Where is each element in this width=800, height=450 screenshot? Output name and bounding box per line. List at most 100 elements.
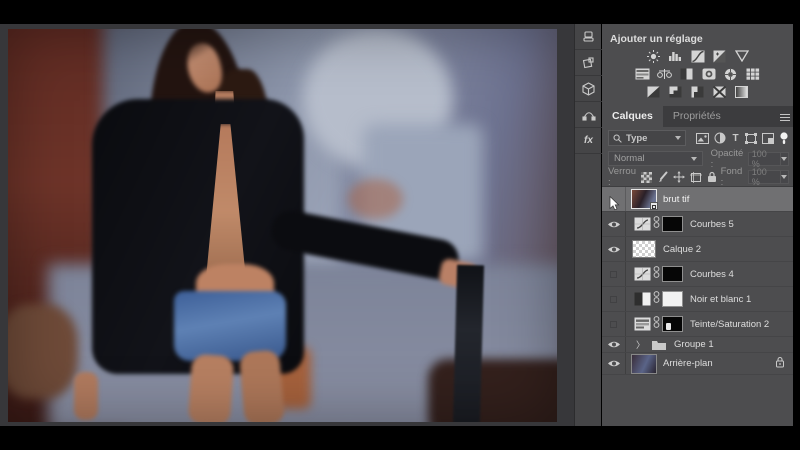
visibility-toggle[interactable] xyxy=(602,262,626,286)
layer-styles-panel-icon[interactable]: fx xyxy=(575,128,602,154)
layer-name[interactable]: Teinte/Saturation 2 xyxy=(690,319,769,330)
gradient-map-icon[interactable] xyxy=(712,86,727,99)
panel-menu-icon[interactable] xyxy=(780,112,790,123)
lock-artboard-icon[interactable] xyxy=(689,171,702,184)
eye-icon xyxy=(607,340,621,349)
layer-row-courbes-5[interactable]: Courbes 5 xyxy=(602,212,793,237)
layer-name[interactable]: Arrière-plan xyxy=(663,358,713,369)
layer-name[interactable]: Noir et blanc 1 xyxy=(690,294,751,305)
smart-object-badge-icon xyxy=(650,202,658,210)
visibility-toggle[interactable] xyxy=(602,212,626,236)
invert-icon[interactable] xyxy=(646,86,661,99)
photo-canvas[interactable] xyxy=(8,29,557,422)
visibility-toggle[interactable] xyxy=(602,312,626,336)
group-expand-caret-icon[interactable]: 〉 xyxy=(636,338,645,351)
black-white-adjustment-icon[interactable] xyxy=(634,292,651,306)
3d-panel-icon[interactable] xyxy=(575,76,602,102)
layer-mask-thumbnail[interactable] xyxy=(662,266,683,282)
mask-link-icon[interactable] xyxy=(653,315,660,334)
curves-adjustment-icon[interactable] xyxy=(634,217,651,231)
fill-dropdown-arrow[interactable] xyxy=(781,170,789,184)
photo-filter-icon[interactable] xyxy=(701,68,716,81)
layer-row-teinte-saturation-2[interactable]: Teinte/Saturation 2 xyxy=(602,312,793,337)
visibility-toggle[interactable] xyxy=(602,237,626,261)
layer-row-arriere-plan[interactable]: Arrière-plan xyxy=(602,353,793,375)
mask-link-icon[interactable] xyxy=(653,215,660,234)
fill-label: Fond : xyxy=(721,166,745,188)
shapes-panel-icon[interactable] xyxy=(575,50,602,76)
layer-row-courbes-4[interactable]: Courbes 4 xyxy=(602,262,793,287)
background-lock-icon[interactable] xyxy=(775,355,785,373)
hue-saturation-adjustment-icon[interactable] xyxy=(634,317,651,331)
folder-icon xyxy=(651,339,667,351)
selective-color-icon[interactable] xyxy=(734,86,749,99)
layer-mask-thumbnail[interactable] xyxy=(662,216,683,232)
black-white-icon[interactable] xyxy=(679,68,694,81)
channel-mixer-icon[interactable] xyxy=(723,68,738,81)
blend-mode-select[interactable]: Normal xyxy=(608,151,703,166)
fill-value[interactable]: 100 % xyxy=(748,170,781,184)
color-balance-icon[interactable] xyxy=(657,68,672,81)
visibility-toggle[interactable] xyxy=(602,337,626,352)
layer-mask-thumbnail[interactable] xyxy=(662,291,683,307)
layer-row-groupe-1[interactable]: 〉 Groupe 1 xyxy=(602,337,793,353)
lock-move-icon[interactable] xyxy=(673,171,686,184)
filter-smart-objects-icon[interactable] xyxy=(762,132,774,145)
layer-name[interactable]: Courbes 5 xyxy=(690,219,734,230)
mask-link-icon[interactable] xyxy=(653,290,660,309)
mask-link-icon[interactable] xyxy=(653,265,660,284)
layer-name[interactable]: Groupe 1 xyxy=(674,339,714,350)
filter-adjustment-layers-icon[interactable] xyxy=(714,132,726,145)
filter-shape-layers-icon[interactable] xyxy=(745,132,757,145)
tab-proprietes[interactable]: Propriétés xyxy=(663,106,731,127)
layer-name[interactable]: Calque 2 xyxy=(663,244,701,255)
filter-toggle-icon[interactable] xyxy=(779,132,789,145)
mask-white-spot xyxy=(666,323,671,330)
panel-tabbar: Calques Propriétés xyxy=(602,106,793,127)
opacity-dropdown-arrow[interactable] xyxy=(781,152,789,166)
curves-adjustment-icon[interactable] xyxy=(634,267,651,281)
lock-all-icon[interactable] xyxy=(706,171,719,184)
filter-pixel-layers-icon[interactable] xyxy=(696,132,709,145)
hidden-eye-well xyxy=(610,321,617,328)
lock-transparency-icon[interactable] xyxy=(640,171,653,184)
layers-panel: Ajouter un réglage xyxy=(602,24,793,426)
levels-icon[interactable] xyxy=(668,50,683,63)
hidden-eye-well xyxy=(610,271,617,278)
filter-type-dropdown[interactable]: Type xyxy=(608,130,686,146)
layer-thumbnail[interactable] xyxy=(632,355,656,373)
layer-row-noir-et-blanc-1[interactable]: Noir et blanc 1 xyxy=(602,287,793,312)
eye-icon xyxy=(607,220,621,229)
layer-row-brut-tif[interactable]: brut tif xyxy=(602,187,793,212)
posterize-icon[interactable] xyxy=(668,86,683,99)
curves-icon[interactable] xyxy=(690,50,705,63)
layer-row-calque-2[interactable]: Calque 2 xyxy=(602,237,793,262)
layer-filter-bar: Type T xyxy=(602,127,793,149)
stamp-panel-icon[interactable] xyxy=(575,24,602,50)
visibility-toggle[interactable] xyxy=(602,353,626,374)
layer-thumbnail[interactable] xyxy=(632,190,656,208)
vibrance-icon[interactable] xyxy=(734,50,749,63)
photo-vignette xyxy=(8,29,557,422)
filter-type-layers-icon[interactable]: T xyxy=(731,132,740,145)
chevron-down-icon xyxy=(675,136,681,140)
visibility-toggle[interactable] xyxy=(602,287,626,311)
canvas-workspace xyxy=(0,24,574,426)
exposure-icon[interactable] xyxy=(712,50,727,63)
layer-thumbnail[interactable] xyxy=(632,240,656,258)
color-lookup-icon[interactable] xyxy=(745,68,760,81)
threshold-icon[interactable] xyxy=(690,86,705,99)
tab-calques[interactable]: Calques xyxy=(602,106,663,127)
blend-mode-value: Normal xyxy=(614,153,645,164)
filter-type-label: Type xyxy=(626,133,647,144)
opacity-value[interactable]: 100 % xyxy=(748,152,781,166)
eye-icon xyxy=(607,245,621,254)
layer-mask-thumbnail[interactable] xyxy=(662,316,683,332)
hue-saturation-icon[interactable] xyxy=(635,68,650,81)
lock-paint-icon[interactable] xyxy=(656,171,669,184)
visibility-toggle[interactable] xyxy=(602,187,626,211)
layer-name[interactable]: Courbes 4 xyxy=(690,269,734,280)
layer-name[interactable]: brut tif xyxy=(663,194,689,205)
brightness-contrast-icon[interactable] xyxy=(646,50,661,63)
paths-panel-icon[interactable] xyxy=(575,102,602,128)
